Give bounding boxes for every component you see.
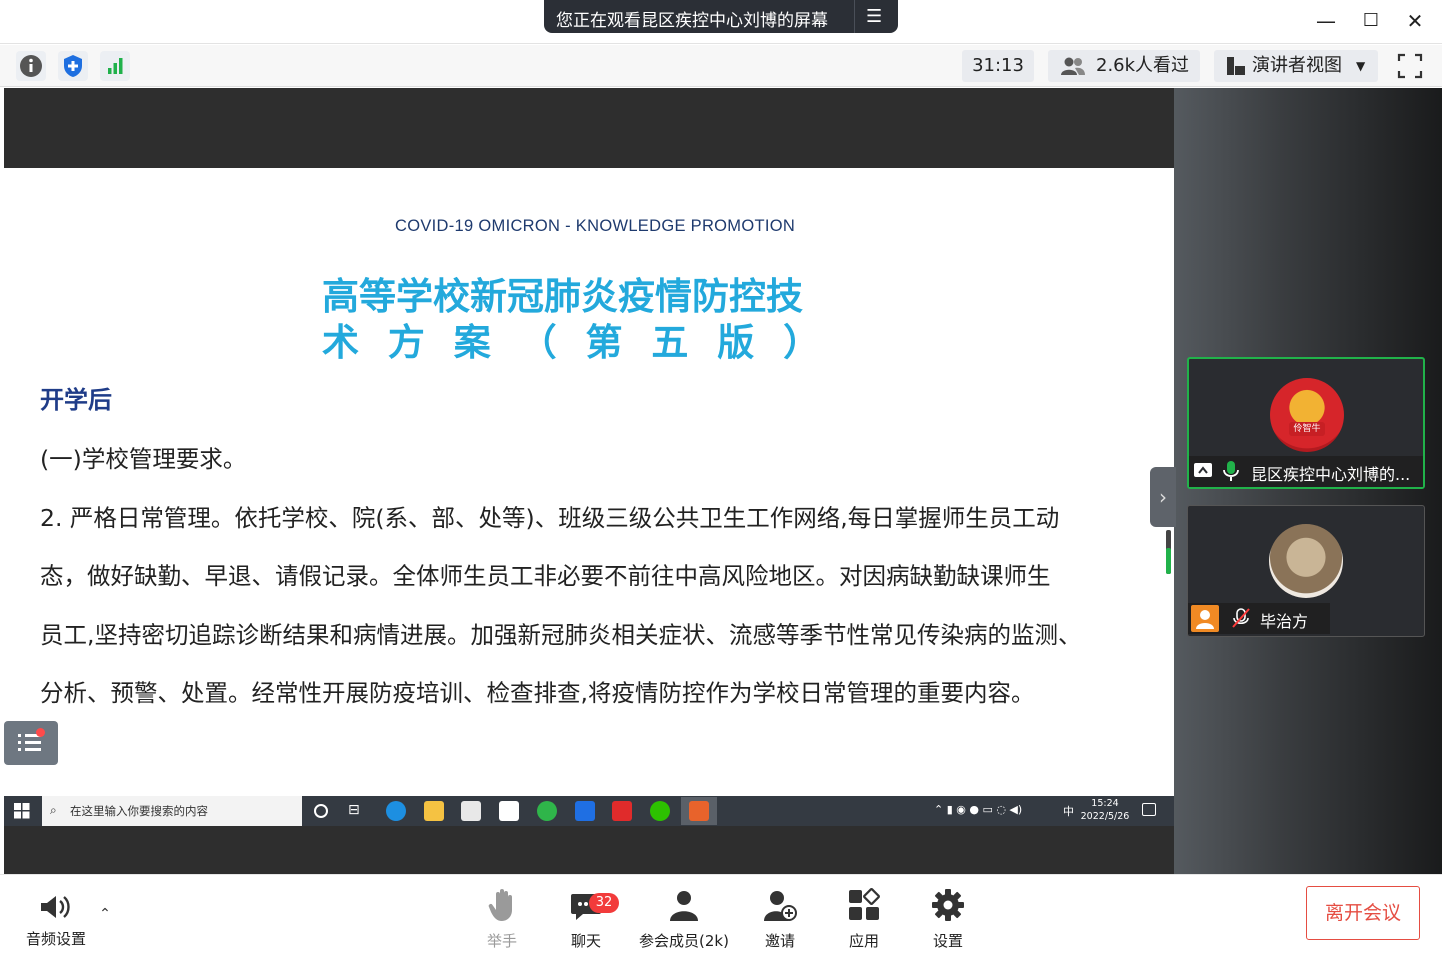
raise-hand-button[interactable]: 举手 <box>462 888 542 951</box>
wechat-icon <box>650 801 670 821</box>
chat-unread-badge: 32 <box>589 893 619 913</box>
screen-share-banner: 您正在观看昆区疾控中心刘博的屏幕 ☰ <box>544 0 898 33</box>
settings-label: 设置 <box>932 932 963 950</box>
slide-text-line: 员工,坚持密切追踪诊断结果和病情进展。加强新冠肺炎相关症状、流感等季节性常见传染… <box>40 621 1082 649</box>
slide-text-line: 态，做好缺勤、早退、请假记录。全体师生员工非必要不前往中高风险地区。对因病缺勤缺… <box>40 562 1051 590</box>
edge-icon <box>386 801 406 821</box>
slide-text-line: 分析、预警、处置。经常性开展防疫培训、检查排查,将疫情防控作为学校日常管理的重要… <box>40 679 1035 707</box>
people-icon <box>1061 57 1085 75</box>
apps-label: 应用 <box>848 932 879 950</box>
meeting-app-icon <box>575 801 595 821</box>
avatar <box>1269 524 1343 598</box>
slide-text-line: (一)学校管理要求。 <box>40 445 247 473</box>
apps-button[interactable]: 应用 <box>824 888 904 951</box>
avatar-mascot-text: 伶智牛 <box>1289 422 1325 436</box>
store-icon <box>461 801 481 821</box>
tile-label-bar: 昆区疾控中心刘博的... <box>1189 456 1423 487</box>
layout-icon <box>1227 57 1245 75</box>
search-icon: ⌕ <box>50 803 57 817</box>
chevron-up-icon[interactable]: ⌃ <box>96 906 114 924</box>
invite-label: 邀请 <box>764 932 795 950</box>
notification-dot <box>36 728 45 737</box>
share-menu-icon[interactable]: ☰ <box>866 6 882 27</box>
wps-icon <box>612 801 632 821</box>
annotation-toolbar-button[interactable] <box>4 721 58 765</box>
participant-tile[interactable]: 伶智牛 昆区疾控中心刘博的... <box>1187 357 1425 489</box>
people-icon <box>670 891 698 921</box>
maximize-button[interactable]: ☐ <box>1356 8 1386 34</box>
share-banner-text: 您正在观看昆区疾控中心刘博的屏幕 <box>556 11 828 31</box>
invite-button[interactable]: 邀请 <box>740 888 820 951</box>
windows-start-icon <box>14 803 30 819</box>
hand-icon <box>488 889 512 921</box>
network-signal-icon[interactable] <box>100 51 130 81</box>
slide-text-line: 2. 严格日常管理。依托学校、院(系、部、处等)、班级三级公共卫生工作网络,每日… <box>40 504 1060 532</box>
info-icon[interactable] <box>16 51 46 81</box>
security-shield-icon[interactable] <box>58 51 88 81</box>
volume-level <box>1166 548 1171 574</box>
close-button[interactable]: ✕ <box>1400 8 1430 34</box>
viewers-button[interactable]: 2.6k人看过 <box>1048 50 1200 82</box>
tile-label-bar: 毕治方 <box>1188 603 1330 634</box>
slide-title-line-2: 术 方 案 （ 第 五 版 ） <box>322 321 829 364</box>
slide-top-margin <box>4 88 1174 168</box>
system-tray-icons: ⌃ ▮ ◉ ● ▭ ◌ ◀) <box>934 803 1023 816</box>
divider <box>854 0 855 33</box>
collapse-panel-button[interactable]: › <box>1150 467 1176 527</box>
powerpoint-icon <box>689 801 709 821</box>
add-user-icon <box>764 891 797 921</box>
raise-hand-label: 举手 <box>486 932 517 950</box>
chevron-down-icon: ▼ <box>1356 59 1366 73</box>
notification-center-icon <box>1142 803 1156 816</box>
participants-label: 参会成员(2k) <box>639 932 729 950</box>
chat-label: 聊天 <box>570 932 601 950</box>
participant-name: 昆区疾控中心刘博的... <box>1251 465 1411 484</box>
slide-subtitle: COVID-19 OMICRON - KNOWLEDGE PROMOTION <box>395 217 796 235</box>
leave-meeting-button[interactable]: 离开会议 <box>1306 886 1420 940</box>
mail-icon <box>499 801 519 821</box>
clock-date: 2022/5/26 <box>1080 811 1130 822</box>
participant-name: 毕治方 <box>1260 612 1309 631</box>
settings-button[interactable]: 设置 <box>908 888 988 951</box>
file-explorer-icon <box>424 801 444 821</box>
audio-settings-button[interactable]: 音频设置 <box>16 892 96 949</box>
view-mode-label: 演讲者视图 <box>1252 55 1342 76</box>
audio-settings-label: 音频设置 <box>25 930 86 948</box>
apps-grid-icon <box>849 888 880 920</box>
participant-tile[interactable]: 毕治方 <box>1187 505 1425 637</box>
task-view-icon: ⊟ <box>348 802 360 818</box>
gear-icon <box>932 889 964 921</box>
viewers-count: 2.6k人看过 <box>1096 55 1190 76</box>
slide-section-heading: 开学后 <box>40 386 112 414</box>
user-icon <box>1191 605 1219 632</box>
cortana-icon <box>314 804 328 818</box>
taskbar-search-box: 在这里输入你要搜索的内容 <box>42 796 302 826</box>
fullscreen-icon[interactable] <box>1396 52 1424 80</box>
meeting-timer: 31:13 <box>962 50 1034 82</box>
browser-icon <box>537 801 557 821</box>
shared-screen-bottom <box>4 826 1174 874</box>
avatar: 伶智牛 <box>1270 378 1344 452</box>
minimize-button[interactable]: — <box>1311 8 1341 34</box>
participants-button[interactable]: 参会成员(2k) <box>634 888 734 951</box>
screen-share-icon <box>1194 463 1212 477</box>
clock-time: 15:24 <box>1091 798 1119 809</box>
taskbar-clock: 15:24 2022/5/26 <box>1078 797 1132 823</box>
view-mode-dropdown[interactable]: 演讲者视图 ▼ <box>1214 50 1378 82</box>
ime-indicator: 中 <box>1063 805 1074 818</box>
speaker-icon <box>41 896 70 918</box>
microphone-on-icon <box>1223 461 1239 481</box>
microphone-muted-icon <box>1232 608 1250 628</box>
